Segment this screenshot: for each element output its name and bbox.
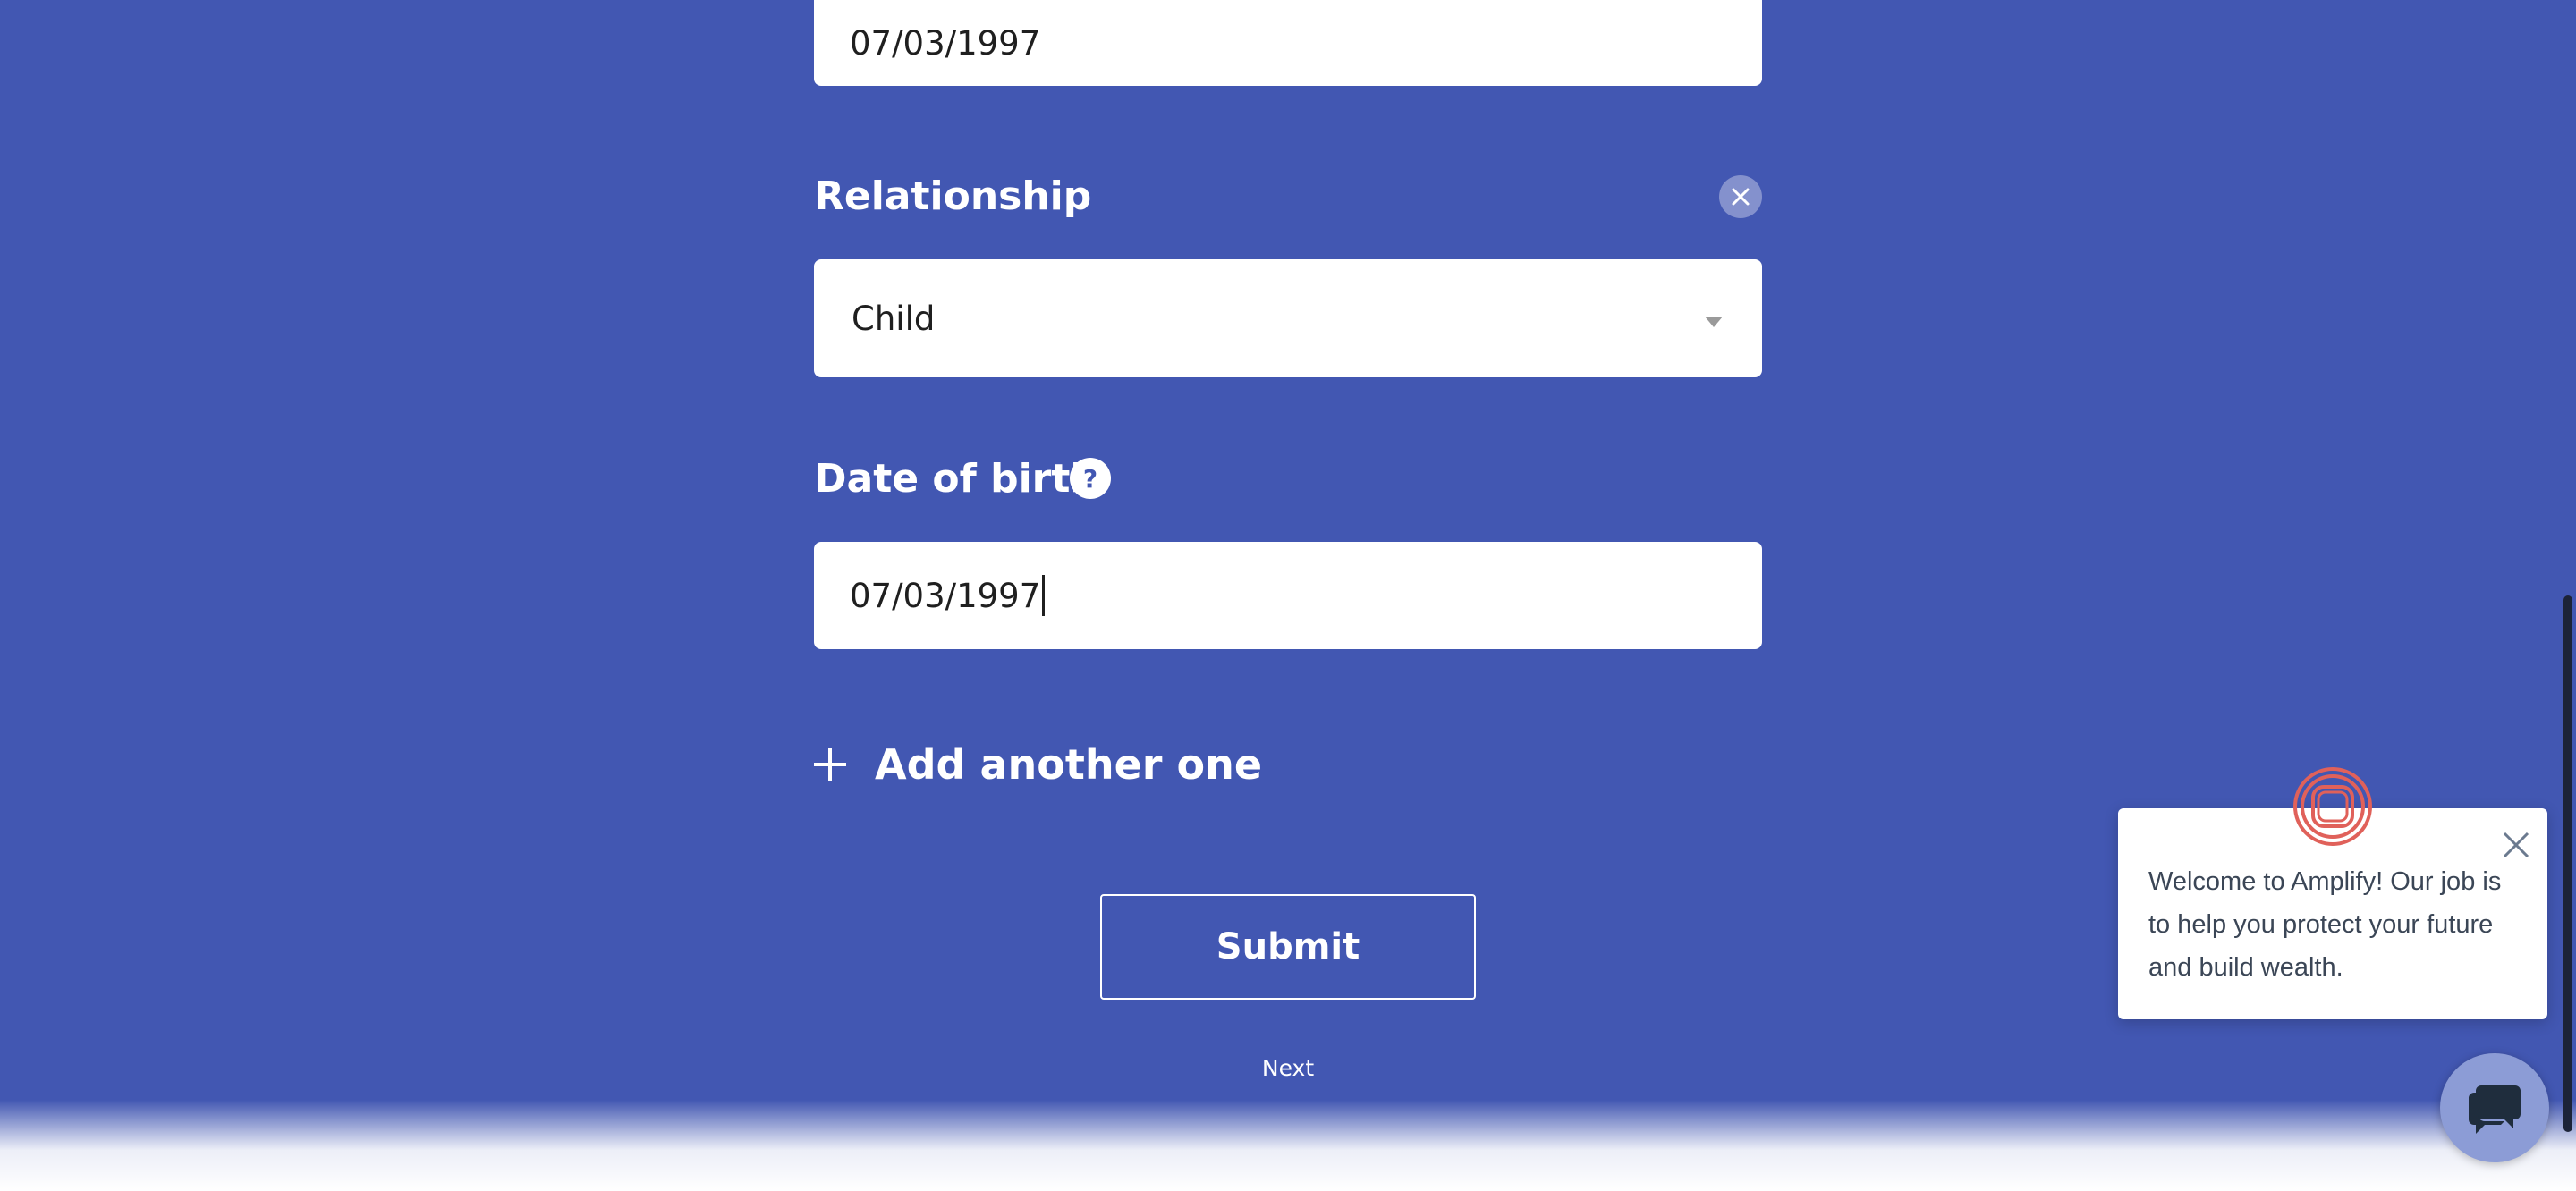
chat-welcome-message: Welcome to Amplify! Our job is to help y…: [2148, 867, 2502, 982]
relationship-select-value: Child: [852, 299, 936, 338]
help-icon[interactable]: ?: [1070, 458, 1111, 499]
add-another-label: Add another one: [875, 740, 1263, 789]
chevron-down-icon: [1705, 317, 1723, 327]
close-icon: [1732, 188, 1750, 206]
bottom-fade: [0, 1100, 2576, 1191]
submit-button[interactable]: Submit: [1100, 894, 1476, 1000]
text-cursor: [1042, 575, 1046, 616]
chat-bubbles-icon: [2469, 1085, 2521, 1134]
add-another-button[interactable]: Add another one: [812, 733, 1262, 796]
previous-date-value: 07/03/1997: [850, 23, 1041, 63]
previous-date-field[interactable]: 07/03/1997: [814, 0, 1762, 86]
dob-input[interactable]: 07/03/1997: [814, 542, 1762, 649]
chat-launcher-button[interactable]: [2440, 1053, 2549, 1162]
submit-label: Submit: [1216, 926, 1360, 967]
remove-dependent-button[interactable]: [1719, 175, 1762, 218]
dob-input-value: 07/03/1997: [850, 576, 1041, 615]
scrollbar-thumb[interactable]: [2563, 596, 2572, 1132]
relationship-select[interactable]: Child: [814, 259, 1762, 377]
plus-icon: [814, 748, 846, 781]
amplify-logo-icon: [2293, 767, 2372, 846]
dob-label: Date of birth: [814, 456, 1098, 502]
close-icon[interactable]: [2501, 830, 2531, 860]
relationship-label: Relationship: [814, 173, 1092, 219]
next-link[interactable]: Next: [1199, 1055, 1377, 1081]
